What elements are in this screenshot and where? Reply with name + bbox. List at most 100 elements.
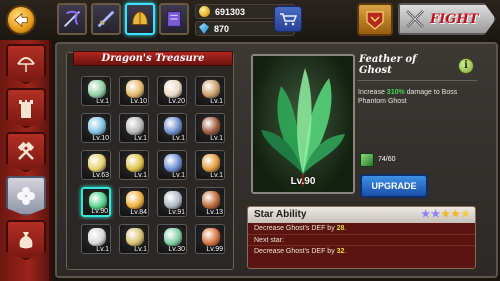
slot-level: Lv.1 [96, 246, 109, 253]
treasure-item-icon [202, 228, 220, 246]
slot-level: Lv.84 [130, 209, 147, 216]
treasure-slot[interactable]: Lv.63 [81, 150, 111, 180]
treasure-slot[interactable]: Lv.1 [195, 113, 225, 143]
treasure-item-icon [164, 154, 182, 172]
shop-cart-button[interactable] [274, 6, 302, 32]
slot-level: Lv.20 [168, 98, 185, 105]
treasure-slot[interactable]: Lv.1 [195, 150, 225, 180]
treasure-slot[interactable]: Lv.1 [81, 76, 111, 106]
slot-level: Lv.63 [92, 172, 109, 179]
star-empty-icon: ★ [461, 209, 470, 220]
star-ability-panel: Star Ability ★ ★ ★ ★ ★ Decrease Ghost's DEF … [247, 206, 476, 269]
top-bar: 691303 870 FIGHT [0, 0, 500, 40]
treasure-slot[interactable]: Lv.10 [119, 76, 149, 106]
treasure-item-icon [88, 117, 106, 135]
golden-helmet-icon [132, 11, 148, 25]
gold-coin-icon [199, 6, 210, 17]
next-star-label: Next star: [248, 234, 475, 245]
crossbow-icon [64, 10, 80, 27]
next-effect-suffix: . [344, 248, 347, 255]
clover-icon [17, 187, 35, 205]
castle-tower-icon [19, 100, 33, 118]
star-next-effect: Decrease Ghost's DEF by 32. [248, 245, 475, 256]
treasure-slot[interactable]: Lv.90 [81, 187, 111, 217]
slot-level: Lv.99 [206, 246, 223, 253]
slot-level: Lv.1 [96, 98, 109, 105]
desc-prefix: Increase [358, 89, 387, 96]
sidebar-tab-bag[interactable] [6, 220, 46, 260]
sidebar-tab-treasure[interactable] [6, 176, 46, 216]
treasure-slot[interactable]: Lv.1 [195, 76, 225, 106]
item-name: Feather of Ghost [359, 54, 417, 76]
treasure-item-icon [164, 117, 182, 135]
back-arrow-icon [14, 12, 28, 28]
tab-weapon-bow[interactable] [57, 3, 87, 35]
treasure-slot[interactable]: Lv.1 [119, 224, 149, 254]
star-rating: ★ ★ ★ ★ ★ [421, 209, 470, 221]
fight-button[interactable]: FIGHT [398, 3, 496, 35]
current-effect-suffix: . [344, 225, 347, 232]
slot-level: Lv.90 [91, 208, 108, 215]
treasure-slot[interactable]: Lv.1 [119, 150, 149, 180]
crest-icon [366, 10, 384, 30]
treasure-item-icon [126, 154, 144, 172]
treasure-slot[interactable]: Lv.10 [81, 113, 111, 143]
info-button[interactable]: i [458, 58, 474, 74]
slot-level: Lv.1 [134, 246, 147, 253]
next-effect-text: Decrease Ghost's DEF by [254, 248, 337, 255]
cart-icon [280, 13, 297, 26]
treasure-slot[interactable]: Lv.1 [119, 113, 149, 143]
treasure-item-icon [164, 80, 182, 98]
sword-icon [97, 10, 115, 28]
treasure-slot[interactable]: Lv.1 [157, 150, 187, 180]
money-bag-icon [19, 232, 33, 249]
slot-level: Lv.1 [134, 135, 147, 142]
sidebar-tab-tower[interactable] [6, 88, 46, 128]
treasure-slot[interactable]: Lv.13 [195, 187, 225, 217]
feather-illustration [261, 68, 345, 186]
gold-value: 691303 [215, 6, 246, 17]
crossed-hammers-icon [17, 141, 35, 160]
treasure-item-icon [126, 117, 144, 135]
slot-level: Lv.1 [210, 172, 223, 179]
slot-level: Lv.30 [168, 246, 185, 253]
sidebar-tab-forge[interactable] [6, 132, 46, 172]
slot-level: Lv.10 [92, 135, 109, 142]
treasure-slot[interactable]: Lv.1 [81, 224, 111, 254]
treasure-item-icon [202, 154, 220, 172]
fight-label: FIGHT [430, 11, 479, 27]
feather-shard-icon [360, 153, 374, 167]
treasure-item-icon [126, 228, 144, 246]
gem-icon [199, 23, 209, 34]
slot-level: Lv.1 [134, 172, 147, 179]
treasure-slot[interactable]: Lv.20 [157, 76, 187, 106]
shard-count: 74/60 [378, 156, 396, 163]
slot-level: Lv.13 [206, 209, 223, 216]
guild-crest-button[interactable] [357, 3, 393, 36]
treasure-slot[interactable]: Lv.84 [119, 187, 149, 217]
slot-level: Lv.91 [168, 209, 185, 216]
treasure-item-icon [164, 228, 182, 246]
slot-level: Lv.1 [172, 135, 185, 142]
treasure-item-icon [126, 80, 144, 98]
upgrade-button[interactable]: UPGRADE [360, 174, 428, 198]
back-button[interactable] [6, 5, 36, 35]
sidebar-tab-bow[interactable] [6, 44, 46, 84]
tab-treasure[interactable] [125, 3, 155, 35]
star-ability-title: Star Ability [254, 209, 307, 220]
tab-book[interactable] [159, 3, 189, 35]
tab-weapon-sword[interactable] [91, 3, 121, 35]
treasure-slot[interactable]: Lv.1 [157, 113, 187, 143]
treasure-item-icon [202, 117, 220, 135]
item-level: Lv.90 [290, 176, 316, 187]
slot-level: Lv.1 [210, 98, 223, 105]
slot-level: Lv.1 [172, 172, 185, 179]
desc-highlight: 310% [386, 89, 405, 96]
treasure-slot[interactable]: Lv.30 [157, 224, 187, 254]
treasure-slot[interactable]: Lv.91 [157, 187, 187, 217]
treasure-slot[interactable]: Lv.99 [195, 224, 225, 254]
treasure-item-icon [88, 154, 106, 172]
divider [357, 80, 477, 81]
item-portrait [251, 54, 355, 194]
spellbook-icon [167, 11, 181, 27]
